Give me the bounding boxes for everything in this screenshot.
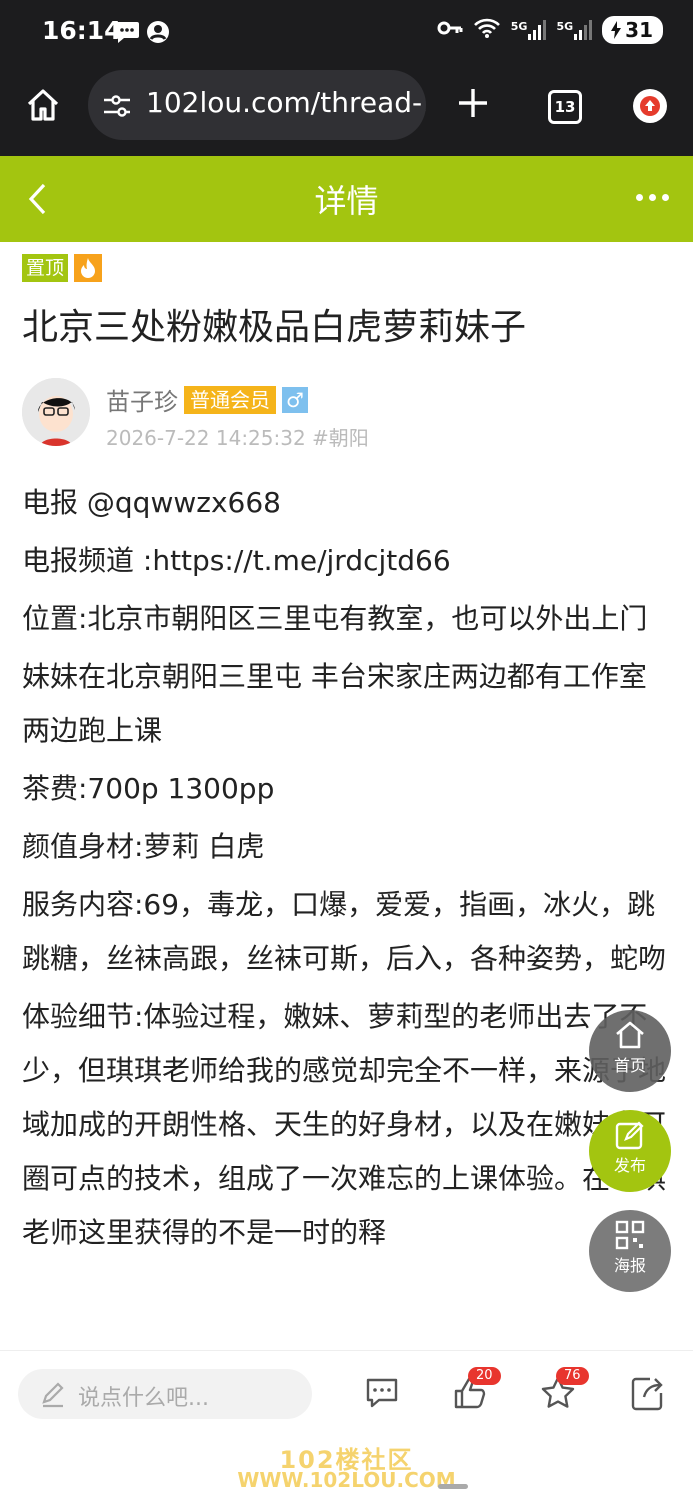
signal-icon-1: 5G bbox=[511, 20, 547, 40]
update-button[interactable] bbox=[633, 89, 667, 123]
author-name[interactable]: 苗子珍 bbox=[106, 382, 178, 417]
message-icon bbox=[114, 20, 140, 48]
member-badge: 普通会员 bbox=[184, 385, 276, 414]
post-meta: 2026-7-22 14:25:32 #朝阳 bbox=[106, 426, 369, 450]
avatar[interactable] bbox=[22, 378, 90, 446]
post-paragraph: 服务内容:69，毒龙，口爆，爱爱，指画，冰火，跳跳糖，丝袜高跟，丝袜可斯，后入，… bbox=[22, 888, 667, 975]
pinned-tag: 置顶 bbox=[22, 254, 69, 282]
float-post-button[interactable]: 发布 bbox=[589, 1110, 671, 1192]
share-button[interactable] bbox=[630, 1375, 664, 1415]
browser-home-button[interactable] bbox=[24, 86, 62, 128]
page-title: 详情 bbox=[314, 182, 379, 220]
comment-icon bbox=[366, 1378, 398, 1408]
charging-icon bbox=[611, 21, 622, 39]
edit-icon bbox=[615, 1121, 644, 1150]
comment-button[interactable] bbox=[364, 1375, 400, 1415]
like-button[interactable]: 20 bbox=[452, 1367, 501, 1415]
signal-icon-2: 5G bbox=[556, 20, 593, 40]
arrow-up-icon bbox=[640, 96, 660, 116]
post-body: 电报 @qqwwzx668 电报频道 :https://t.me/jrdcjtd… bbox=[22, 476, 670, 1264]
post-tags: 置顶 bbox=[22, 254, 103, 282]
browser-toolbar: 102lou.com/thread-1 13 bbox=[0, 64, 693, 156]
network-type-label: 5G bbox=[556, 20, 574, 33]
post-paragraph: 茶费:700p 1300pp bbox=[22, 772, 275, 805]
qr-code-icon bbox=[615, 1220, 645, 1250]
fire-icon bbox=[74, 254, 103, 282]
address-bar[interactable]: 102lou.com/thread-1 bbox=[88, 70, 426, 140]
author-info: 苗子珍 普通会员 ♂ bbox=[106, 382, 308, 417]
post-title: 北京三处粉嫩极品白虎萝莉妹子 bbox=[22, 307, 527, 348]
float-home-label: 首页 bbox=[613, 1056, 646, 1075]
post-paragraph: 颜值身材:萝莉 白虎 bbox=[22, 830, 265, 863]
float-post-label: 发布 bbox=[613, 1156, 646, 1175]
favorite-button[interactable]: 76 bbox=[540, 1367, 589, 1415]
gender-badge: ♂ bbox=[282, 386, 308, 413]
post-paragraph: 电报频道 :https://t.me/jrdcjtd66 bbox=[22, 544, 451, 577]
more-options-button[interactable] bbox=[636, 194, 669, 201]
like-count: 20 bbox=[468, 1367, 501, 1385]
status-bar: 16:14 5G 5G 31 bbox=[0, 0, 693, 64]
gesture-bar bbox=[438, 1484, 468, 1489]
battery-indicator: 31 bbox=[602, 16, 663, 44]
site-settings-icon[interactable] bbox=[102, 93, 132, 123]
home-icon bbox=[616, 1021, 644, 1049]
post-paragraph: 位置:北京市朝阳区三里屯有教室，也可以外出上门 bbox=[22, 602, 648, 635]
wifi-icon bbox=[473, 17, 501, 43]
comment-placeholder: 说点什么吧... bbox=[78, 1386, 209, 1411]
url-text: 102lou.com/thread-1 bbox=[146, 86, 426, 119]
float-poster-label: 海报 bbox=[613, 1256, 646, 1275]
post-paragraph: 电报 @qqwwzx668 bbox=[22, 486, 281, 519]
tab-switcher-button[interactable]: 13 bbox=[548, 90, 582, 124]
account-icon bbox=[146, 20, 170, 48]
battery-level: 31 bbox=[625, 18, 653, 42]
post-paragraph: 体验细节:体验过程，嫩妹、萝莉型的老师出去了不少，但琪琪老师给我的感觉却完全不一… bbox=[22, 1000, 667, 1249]
favorite-count: 76 bbox=[556, 1367, 589, 1385]
network-type-label: 5G bbox=[510, 20, 528, 33]
new-tab-button[interactable] bbox=[456, 86, 490, 124]
float-home-button[interactable]: 首页 bbox=[589, 1010, 671, 1092]
post-paragraph: 妹妹在北京朝阳三里屯 丰台宋家庄两边都有工作室两边跑上课 bbox=[22, 660, 647, 747]
key-icon bbox=[437, 20, 463, 40]
comment-input[interactable]: 说点什么吧... bbox=[18, 1369, 312, 1419]
pencil-icon bbox=[42, 1382, 64, 1408]
status-time: 16:14 bbox=[42, 16, 122, 45]
app-header: 详情 bbox=[0, 156, 693, 242]
float-poster-button[interactable]: 海报 bbox=[589, 1210, 671, 1292]
watermark-url: WWW.102LOU.COM bbox=[237, 1468, 456, 1492]
share-icon bbox=[631, 1377, 663, 1411]
